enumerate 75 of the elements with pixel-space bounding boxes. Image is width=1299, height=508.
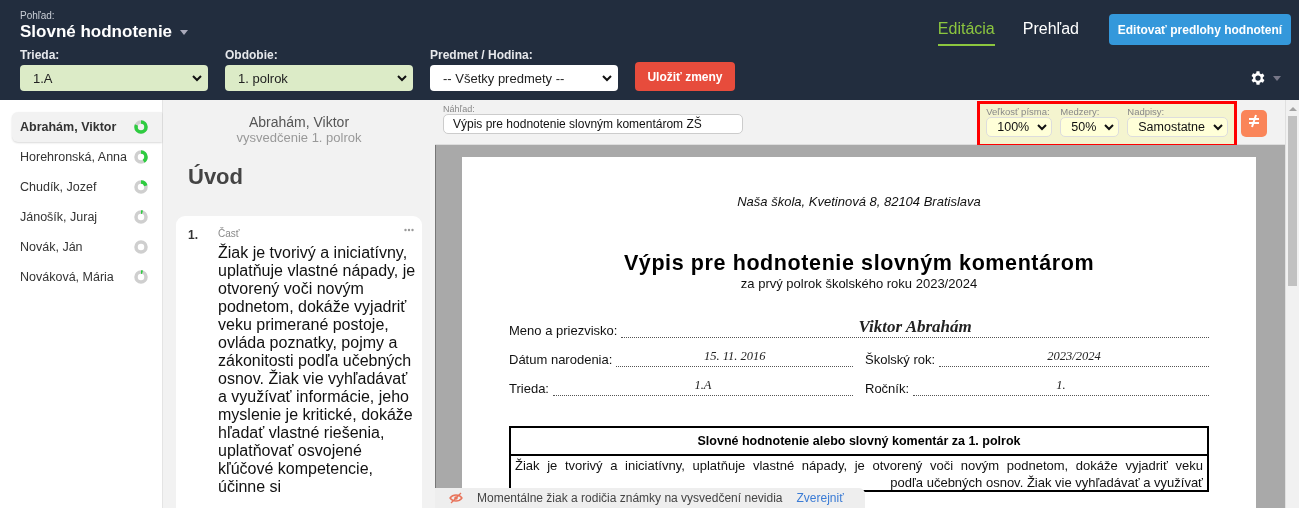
- scrollbar-thumb[interactable]: [1288, 116, 1297, 286]
- table-heading: Slovné hodnotenie alebo slovný komentár za 1. polrok: [511, 428, 1207, 456]
- student-item[interactable]: Jánošík, Juraj: [12, 202, 162, 232]
- tab[interactable]: Editácia: [937, 10, 995, 46]
- student-item[interactable]: Horehronská, Anna: [12, 142, 162, 172]
- save-button[interactable]: Uložiť zmeny: [635, 62, 735, 91]
- caret-icon: [180, 29, 189, 35]
- document-subtitle: za prvý polrok školského roku 2023/2024: [739, 276, 979, 291]
- student-name: Nováková, Mária: [20, 270, 114, 284]
- option-select[interactable]: 100%: [986, 117, 1053, 137]
- student-name: Novák, Ján: [20, 240, 83, 254]
- view-label: Pohľad:: [20, 10, 56, 21]
- document-title: Výpis pre hodnotenie slovným komentárom: [622, 251, 1096, 276]
- filter-label: Predmet / Hodina:: [430, 48, 534, 62]
- preview-label: Náhľad:: [443, 104, 476, 114]
- progress-ring-icon: [134, 150, 148, 164]
- student-name: Jánošík, Juraj: [20, 210, 98, 224]
- filter-select[interactable]: 1. polrok: [225, 65, 413, 91]
- evaluation-text: podľa učebných osnov. Žiak vie vyhľadávať a využívať: [889, 474, 1204, 490]
- view-dropdown[interactable]: Slovné hodnotenie: [20, 22, 189, 42]
- evaluation-text: Žiak je tvorivý a iniciatívny, uplatňuje vlastné nápady, je otvorený voči novým podnetom, dokáže vyjadriť veku: [514, 457, 1204, 473]
- field-value: 1.A: [553, 378, 853, 396]
- option-select[interactable]: 50%: [1060, 117, 1120, 137]
- progress-ring-icon: [134, 120, 148, 134]
- option-label: Veľkosť písma:: [986, 106, 1051, 117]
- student-name: Abrahám, Viktor: [20, 120, 117, 134]
- option-label: Medzery:: [1060, 106, 1101, 117]
- progress-ring-icon: [134, 270, 148, 284]
- chevron-down-icon: [1104, 123, 1115, 131]
- progress-ring-icon: [134, 210, 148, 224]
- chevron-down-icon: [192, 74, 202, 82]
- field-value: Viktor Abrahám: [621, 317, 1209, 338]
- field-value: 1.: [913, 378, 1209, 396]
- caret-icon: [1273, 75, 1281, 81]
- chevron-down-icon: [397, 74, 407, 82]
- scroll-up-icon[interactable]: [1288, 106, 1297, 112]
- tab[interactable]: Prehľad: [1022, 10, 1079, 46]
- progress-ring-icon: [134, 240, 148, 254]
- student-item[interactable]: Chudík, Jozef: [12, 172, 162, 202]
- field-label: Dátum narodenia:: [509, 352, 613, 367]
- part-number: 1.: [188, 228, 199, 242]
- part-label: Časť: [218, 228, 241, 241]
- field-label: Meno a priezvisko:: [509, 323, 618, 338]
- chevron-down-icon: [1037, 123, 1048, 131]
- chevron-down-icon: [1213, 123, 1223, 131]
- field-value: 15. 11. 2016: [616, 349, 853, 367]
- hidden-eye-icon: [449, 492, 463, 504]
- student-item[interactable]: Abrahám, Viktor: [12, 112, 162, 142]
- field-label: Školský rok:: [865, 352, 936, 367]
- filter-label: Trieda:: [20, 48, 61, 62]
- more-icon[interactable]: [404, 228, 414, 232]
- field-label: Ročník:: [865, 381, 910, 396]
- student-heading: Abrahám, Viktor: [247, 114, 351, 130]
- notice-text: Momentálne žiak a rodičia známky na vysvedčení nevidia: [477, 491, 783, 505]
- settings-icon[interactable]: [1249, 69, 1267, 87]
- section-title: Úvod: [188, 164, 244, 190]
- not-equal-icon[interactable]: [1241, 110, 1267, 137]
- student-name: Horehronská, Anna: [20, 150, 127, 164]
- option-label: Nadpisy:: [1127, 106, 1166, 117]
- student-name: Chudík, Jozef: [20, 180, 97, 194]
- part-text[interactable]: Žiak je tvorivý a iniciatívny, uplatňuje vlastné nápady, je otvorený voči novým podnetom, dokáže vyjadriť veku primerané postoje, ovláda poznatky, pojmy a zákonitosti podľa učebných osnov. Žiak vie vyhľadávať a využívať informácie, jeho myslenie je kritické, dokáže hľadať vlastné riešenia, uplatňovať osvojené kľúčové kompetencie, účinne si: [218, 244, 418, 496]
- field-value: 2023/2024: [939, 349, 1209, 367]
- filter-select[interactable]: 1.A: [20, 65, 208, 91]
- student-item[interactable]: Novák, Ján: [12, 232, 162, 262]
- template-select[interactable]: Výpis pre hodnotenie slovným komentárom ZŠ: [443, 114, 743, 134]
- field-label: Trieda:: [509, 381, 549, 396]
- student-item[interactable]: Nováková, Mária: [12, 262, 162, 292]
- filter-label: Obdobie:: [225, 48, 279, 62]
- publish-link[interactable]: Zverejniť: [796, 491, 844, 505]
- filter-select[interactable]: -- Všetky predmety --: [430, 65, 618, 91]
- chevron-down-icon: [602, 74, 612, 82]
- option-select[interactable]: Samostatne: [1127, 117, 1228, 137]
- progress-ring-icon: [134, 180, 148, 194]
- school-address: Naša škola, Kvetinová 8, 82104 Bratislava: [736, 194, 982, 209]
- report-subtitle: vysvedčenie 1. polrok: [235, 130, 363, 145]
